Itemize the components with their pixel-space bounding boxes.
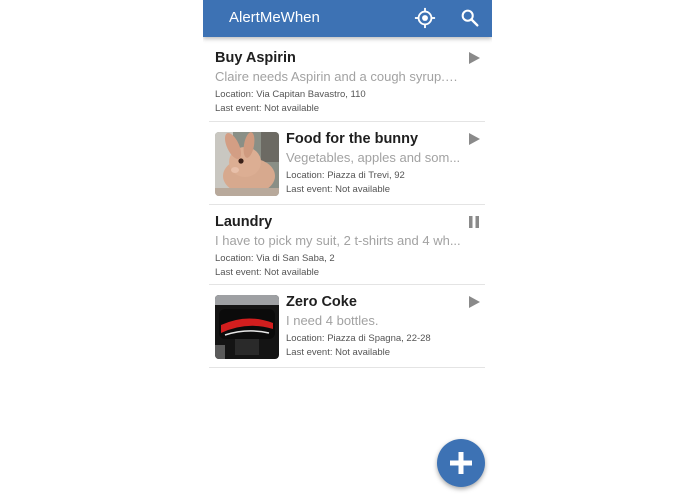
alert-location: Location: Piazza di Trevi, 92 <box>286 170 405 181</box>
app-bar: AlertMeWhen <box>203 0 492 37</box>
alert-description: Claire needs Aspirin and a cough syrup. … <box>215 69 461 84</box>
app-screen: AlertMeWhen Buy Aspirin Claire needs Asp… <box>203 0 492 494</box>
alert-text: Zero Coke I need 4 bottles. Location: Pi… <box>286 294 461 358</box>
alert-last-event: Last event: Not available <box>286 347 391 358</box>
alert-text: Food for the bunny Vegetables, apples an… <box>286 131 461 195</box>
alert-last-event: Last event: Not available <box>286 184 391 195</box>
alert-list: Buy Aspirin Claire needs Aspirin and a c… <box>209 41 485 368</box>
search-icon[interactable] <box>459 7 481 29</box>
alert-description: Vegetables, apples and som... <box>286 150 461 165</box>
alert-title: Food for the bunny <box>286 131 419 147</box>
alert-title: Laundry <box>215 214 273 230</box>
alert-title: Zero Coke <box>286 294 357 310</box>
alert-text: Buy Aspirin Claire needs Aspirin and a c… <box>215 50 461 114</box>
alert-item-laundry[interactable]: Laundry I have to pick my suit, 2 t-shir… <box>209 205 485 285</box>
add-icon <box>450 452 472 474</box>
rabbit-photo <box>215 132 279 196</box>
alert-text: Laundry I have to pick my suit, 2 t-shir… <box>215 214 461 278</box>
app-title: AlertMeWhen <box>229 9 320 26</box>
play-icon[interactable] <box>467 295 481 309</box>
alert-location: Location: Piazza di Spagna, 22-28 <box>286 333 431 344</box>
alert-item-food-for-the-bunny[interactable]: Food for the bunny Vegetables, apples an… <box>209 122 485 205</box>
coke-zero-photo <box>215 295 279 359</box>
alert-item-buy-aspirin[interactable]: Buy Aspirin Claire needs Aspirin and a c… <box>209 41 485 122</box>
alert-description: I have to pick my suit, 2 t-shirts and 4… <box>215 233 461 248</box>
alert-last-event: Last event: Not available <box>215 267 320 278</box>
alert-last-event: Last event: Not available <box>215 103 320 114</box>
alert-description: I need 4 bottles. <box>286 313 379 328</box>
alert-title: Buy Aspirin <box>215 50 296 66</box>
play-icon[interactable] <box>467 51 481 65</box>
add-alert-button[interactable] <box>437 439 485 487</box>
pause-icon[interactable] <box>467 215 481 229</box>
alert-location: Location: Via Capitan Bavastro, 110 <box>215 89 366 100</box>
play-icon[interactable] <box>467 132 481 146</box>
alert-item-zero-coke[interactable]: Zero Coke I need 4 bottles. Location: Pi… <box>209 285 485 368</box>
my-location-icon[interactable] <box>414 7 436 29</box>
alert-location: Location: Via di San Saba, 2 <box>215 253 335 264</box>
